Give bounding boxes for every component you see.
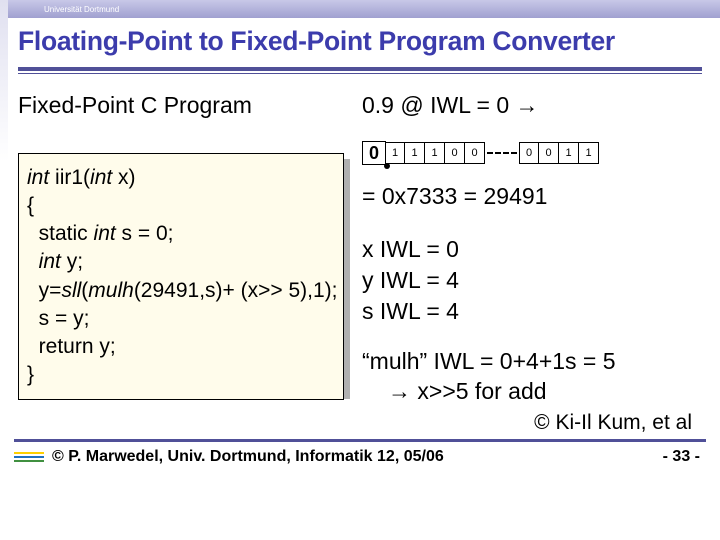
footer: © P. Marwedel, Univ. Dortmund, Informati… (0, 442, 720, 468)
iwl-s: s IWL = 4 (362, 296, 702, 327)
hex-equals: = 0x7333 = 29491 (362, 183, 702, 210)
slide-title: Floating-Point to Fixed-Point Program Co… (18, 26, 702, 57)
iwl-x: x IWL = 0 (362, 234, 702, 265)
bit-gap (487, 152, 517, 154)
iwl-y: y IWL = 4 (362, 265, 702, 296)
mulh-line1: “mulh” IWL = 0+4+1s = 5 (362, 347, 702, 377)
bit-cell: 1 (425, 142, 445, 164)
page-number: - 33 - (663, 448, 700, 466)
radix-point (384, 163, 390, 169)
topbar: Universität Dortmund (0, 0, 720, 18)
bit-cell: 1 (405, 142, 425, 164)
university-label: Universität Dortmund (44, 5, 119, 14)
bit-cell: 0 (539, 142, 559, 164)
logo-icon (14, 446, 44, 468)
bit-cell: 0 (519, 142, 539, 164)
bit-cell: 1 (385, 142, 405, 164)
bit-sign: 0 (362, 141, 386, 165)
code-box: int iir1(int x) { static int s = 0; int … (18, 153, 348, 400)
footer-text: © P. Marwedel, Univ. Dortmund, Informati… (52, 448, 444, 466)
mulh-block: “mulh” IWL = 0+4+1s = 5 → x>>5 for add (362, 347, 702, 407)
title-divider (18, 67, 702, 74)
bit-row: 0 1 1 1 0 0 0 0 1 1 (362, 141, 702, 165)
right-expression: 0.9 @ IWL = 0 → (362, 92, 702, 119)
credit: © Ki-Il Kum, et al (18, 411, 702, 435)
bit-cell: 0 (445, 142, 465, 164)
bit-cell: 0 (465, 142, 485, 164)
bit-cell: 1 (559, 142, 579, 164)
right-column: 0.9 @ IWL = 0 → 0 1 1 1 0 0 0 0 1 1 = 0x… (362, 92, 702, 407)
iwl-block: x IWL = 0 y IWL = 4 s IWL = 4 (362, 234, 702, 327)
left-column: Fixed-Point C Program int iir1(int x) { … (18, 92, 348, 407)
left-subhead: Fixed-Point C Program (18, 92, 348, 119)
mulh-line2: → x>>5 for add (362, 377, 702, 407)
bit-cell: 1 (579, 142, 599, 164)
slide-content: Floating-Point to Fixed-Point Program Co… (0, 18, 720, 435)
